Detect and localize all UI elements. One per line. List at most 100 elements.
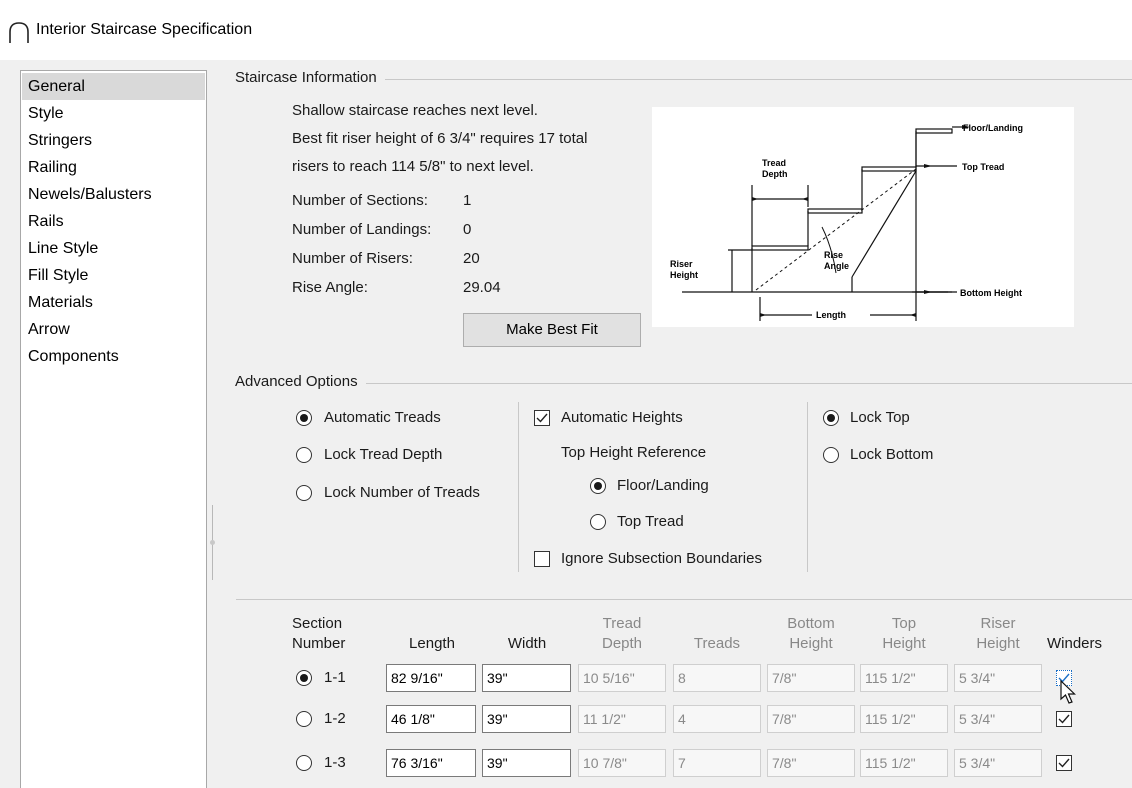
sidebar-item-newels-balusters[interactable]: Newels/Balusters (22, 181, 205, 208)
lock-number-treads-radio[interactable] (296, 485, 312, 501)
col-riser-line1: Riser (980, 615, 1016, 632)
risers-value: 20 (463, 250, 480, 267)
lock-tread-depth-label[interactable]: Lock Tread Depth (324, 446, 442, 463)
group-separator (236, 383, 1132, 384)
sidebar-item-arrow[interactable]: Arrow (22, 316, 205, 343)
sidebar-item-style[interactable]: Style (22, 100, 205, 127)
sections-value: 1 (463, 192, 472, 209)
sidebar-item-general[interactable]: General (22, 73, 205, 100)
ignore-subsection-checkbox[interactable] (534, 551, 550, 567)
row1-top-height-field: 115 1/2" (860, 664, 948, 692)
row1-treads-field: 8 (673, 664, 761, 692)
col-tread-depth-header: Tread Depth (579, 614, 665, 654)
lock-number-treads-label[interactable]: Lock Number of Treads (324, 484, 480, 501)
section-1-1-radio[interactable] (296, 670, 312, 686)
checkmark-icon (1058, 714, 1070, 724)
sidebar-item-rails[interactable]: Rails (22, 208, 205, 235)
staircase-information-title: Staircase Information (235, 69, 385, 86)
row1-length-input[interactable]: 82 9/16" (386, 664, 476, 692)
row2-top-height-field: 115 1/2" (860, 705, 948, 733)
top-height-reference-label: Top Height Reference (561, 444, 707, 461)
make-best-fit-button[interactable]: Make Best Fit (463, 313, 641, 347)
col-section-line2: Number (292, 635, 346, 652)
row1-tread-depth-field: 10 5/16" (578, 664, 666, 692)
diagram-height: Height (670, 270, 698, 280)
section-1-1-label[interactable]: 1-1 (324, 669, 346, 686)
diagram-riser: Riser (670, 259, 693, 269)
top-tread-radio[interactable] (590, 514, 606, 530)
ignore-subsection-label[interactable]: Ignore Subsection Boundaries (561, 550, 762, 567)
landings-label: Number of Landings: (292, 221, 432, 238)
sidebar-nav: General Style Stringers Railing Newels/B… (20, 70, 207, 788)
row2-winders-checkbox[interactable] (1056, 711, 1072, 727)
window-title: Interior Staircase Specification (36, 21, 253, 38)
col-riser-height-header: Riser Height (955, 614, 1041, 654)
diagram-rise: Rise (824, 250, 843, 260)
col-bottom-line2: Height (789, 635, 833, 652)
row3-top-height-field: 115 1/2" (860, 749, 948, 777)
row2-tread-depth-field: 11 1/2" (578, 705, 666, 733)
section-1-3-label[interactable]: 1-3 (324, 754, 346, 771)
column-divider (807, 402, 808, 572)
sidebar-item-components[interactable]: Components (22, 343, 205, 370)
row3-width-input[interactable]: 39" (482, 749, 571, 777)
col-riser-line2: Height (976, 635, 1020, 652)
rise-angle-value: 29.04 (463, 279, 501, 296)
lock-top-radio[interactable] (823, 410, 839, 426)
row1-riser-height-field: 5 3/4" (954, 664, 1042, 692)
lock-bottom-label[interactable]: Lock Bottom (850, 446, 933, 463)
row2-bottom-height-field: 7/8" (767, 705, 855, 733)
row3-riser-height-field: 5 3/4" (954, 749, 1042, 777)
status-message-line2: Best fit riser height of 6 3/4" requires… (292, 130, 588, 147)
col-top-line2: Height (882, 635, 926, 652)
row2-treads-field: 4 (673, 705, 761, 733)
sidebar-item-railing[interactable]: Railing (22, 154, 205, 181)
sections-label: Number of Sections: (292, 192, 428, 209)
lock-bottom-radio[interactable] (823, 447, 839, 463)
section-1-3-radio[interactable] (296, 755, 312, 771)
automatic-treads-label[interactable]: Automatic Treads (324, 409, 441, 426)
col-bottom-line1: Bottom (787, 615, 835, 632)
diagram-depth: Depth (762, 169, 788, 179)
col-winders-header: Winders (1047, 635, 1103, 652)
sidebar-item-line-style[interactable]: Line Style (22, 235, 205, 262)
lock-tread-depth-radio[interactable] (296, 447, 312, 463)
automatic-treads-radio[interactable] (296, 410, 312, 426)
top-tread-label[interactable]: Top Tread (617, 513, 684, 530)
row3-bottom-height-field: 7/8" (767, 749, 855, 777)
section-1-2-radio[interactable] (296, 711, 312, 727)
sidebar-item-stringers[interactable]: Stringers (22, 127, 205, 154)
row3-length-input[interactable]: 76 3/16" (386, 749, 476, 777)
row3-tread-depth-field: 10 7/8" (578, 749, 666, 777)
row2-riser-height-field: 5 3/4" (954, 705, 1042, 733)
checkmark-icon (1058, 758, 1070, 768)
row2-width-input[interactable]: 39" (482, 705, 571, 733)
floor-landing-label[interactable]: Floor/Landing (617, 477, 709, 494)
sidebar-item-fill-style[interactable]: Fill Style (22, 262, 205, 289)
automatic-heights-checkbox[interactable] (534, 410, 550, 426)
lock-top-label[interactable]: Lock Top (850, 409, 910, 426)
staircase-diagram: Floor/Landing Top Tread Tread Depth Rise… (652, 107, 1074, 327)
row2-length-input[interactable]: 46 1/8" (386, 705, 476, 733)
col-tread-line2: Depth (601, 635, 643, 652)
sidebar-item-materials[interactable]: Materials (22, 289, 205, 316)
col-tread-line1: Tread (602, 615, 642, 632)
floor-landing-radio[interactable] (590, 478, 606, 494)
section-1-2-label[interactable]: 1-2 (324, 710, 346, 727)
rise-angle-label: Rise Angle: (292, 279, 368, 296)
automatic-heights-label[interactable]: Automatic Heights (561, 409, 683, 426)
row3-winders-checkbox[interactable] (1056, 755, 1072, 771)
col-section-line1: Section (292, 615, 343, 632)
col-top-line1: Top (891, 615, 917, 632)
col-top-height-header: Top Height (861, 614, 947, 654)
diagram-length: Length (816, 310, 846, 320)
col-length-header: Length (409, 635, 455, 652)
status-message-line1: Shallow staircase reaches next level. (292, 102, 538, 119)
row3-treads-field: 7 (673, 749, 761, 777)
splitter-grip[interactable] (210, 540, 215, 545)
arch-icon (9, 22, 29, 43)
diagram-bottom-height: Bottom Height (960, 288, 1022, 298)
table-separator (236, 599, 1132, 600)
col-bottom-height-header: Bottom Height (768, 614, 854, 654)
row1-width-input[interactable]: 39" (482, 664, 571, 692)
